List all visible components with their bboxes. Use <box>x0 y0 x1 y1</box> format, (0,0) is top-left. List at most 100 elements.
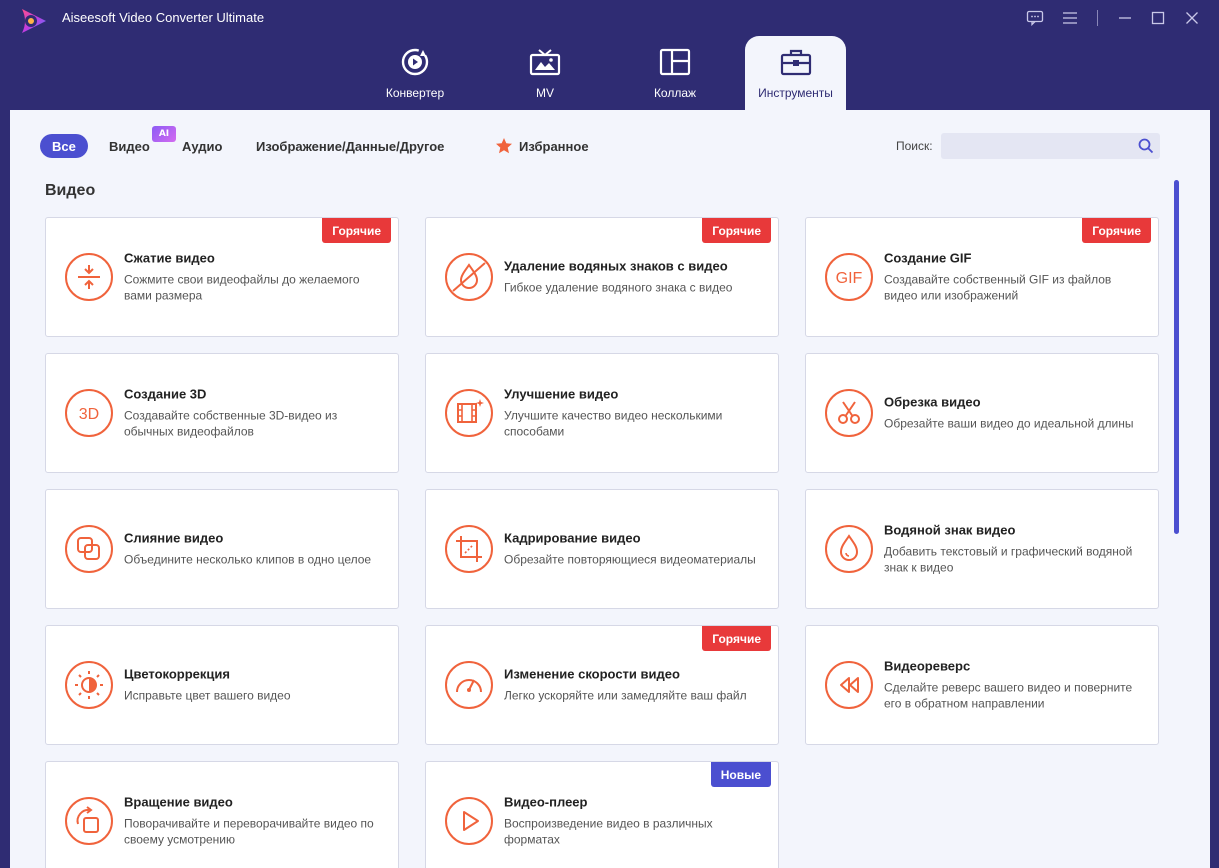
tool-title: Видеореверс <box>884 658 971 674</box>
tab-tools-label: Инструменты <box>758 86 833 100</box>
svg-text:3D: 3D <box>79 406 99 423</box>
app-title: Aiseesoft Video Converter Ultimate <box>62 10 265 25</box>
tool-description: Воспроизведение видео в различных формат… <box>504 816 713 847</box>
tool-description: Обрезайте ваши видео до идеальной длины <box>884 416 1134 431</box>
tool-description: Улучшите качество видео несколькими спос… <box>504 408 723 439</box>
filter-video[interactable]: Видео <box>109 134 150 158</box>
tool-card-crop[interactable]: Кадрирование видео Обрезайте повторяющиес… <box>425 489 779 609</box>
scissors-icon <box>825 389 873 437</box>
tool-card-merge[interactable]: Слияние видео Объедините несколько клипов… <box>45 489 399 609</box>
search-icon[interactable] <box>1138 138 1154 154</box>
tool-description: Легко ускоряйте или замедляйте ваш файл <box>504 688 747 703</box>
tab-converter[interactable]: Конвертер <box>365 36 465 110</box>
watermark-remove-icon <box>445 253 493 301</box>
color-correction-icon <box>65 661 113 709</box>
tool-description: Поворачивайте и переворачивайте видео по… <box>124 816 374 847</box>
play-icon <box>445 797 493 845</box>
tool-card-trim[interactable]: Обрезка видео Обрезайте ваши видео до иде… <box>805 353 1159 473</box>
titlebar-divider <box>1097 10 1098 26</box>
tab-mv[interactable]: MV <box>495 36 595 110</box>
maximize-button[interactable] <box>1144 6 1172 30</box>
filter-favorites[interactable]: Избранное <box>495 134 589 158</box>
tool-description: Добавить текстовый и графический водяной… <box>884 544 1133 575</box>
hot-badge: Горячие <box>1082 218 1151 243</box>
tab-mv-label: MV <box>536 86 554 100</box>
tab-collage-label: Коллаж <box>653 86 697 100</box>
minimize-button[interactable] <box>1111 6 1139 30</box>
filter-favorites-label: Избранное <box>519 138 589 154</box>
menu-button[interactable] <box>1056 6 1084 30</box>
tool-card-gif[interactable]: Горячие GIF Создание GIF Создавайте собст… <box>805 217 1159 337</box>
tool-card-3d[interactable]: 3D Создание 3D Создавайте собственные 3D-… <box>45 353 399 473</box>
enhance-icon <box>445 389 493 437</box>
tab-collage[interactable]: Коллаж <box>625 36 725 110</box>
collage-icon <box>659 48 691 76</box>
filter-audio[interactable]: Аудио <box>182 134 222 158</box>
compress-icon <box>65 253 113 301</box>
reverse-icon <box>825 661 873 709</box>
feedback-button[interactable] <box>1021 6 1049 30</box>
tool-title: Улучшение видео <box>504 386 619 402</box>
rotate-icon <box>65 797 113 845</box>
svg-text:GIF: GIF <box>836 270 863 287</box>
watermark-icon <box>825 525 873 573</box>
app-logo-icon <box>22 9 46 33</box>
chat-icon <box>1026 10 1044 26</box>
search-label: Поиск: <box>896 139 933 153</box>
tools-panel: Все Видео AI Аудио Изображение/Данные/Др… <box>10 110 1210 868</box>
merge-icon <box>65 525 113 573</box>
tool-title: Вращение видео <box>124 794 233 810</box>
ai-badge: AI <box>152 126 176 142</box>
maximize-icon <box>1151 11 1165 25</box>
tab-converter-label: Конвертер <box>385 86 445 100</box>
tool-card-color-correction[interactable]: Цветокоррекция Исправьте цвет вашего виде… <box>45 625 399 745</box>
hot-badge: Горячие <box>322 218 391 243</box>
tool-card-watermark-remove[interactable]: Горячие Удаление водяных знаков с видео Г… <box>425 217 779 337</box>
section-title: Видео <box>45 182 96 199</box>
tool-description: Исправьте цвет вашего видео <box>124 688 291 703</box>
tool-title: Слияние видео <box>124 530 224 546</box>
tool-title: Обрезка видео <box>884 394 981 410</box>
tool-description: Сделайте реверс вашего видео и поверните… <box>884 680 1133 711</box>
3d-icon: 3D <box>65 389 113 437</box>
hamburger-icon <box>1063 12 1077 24</box>
tool-description: Обрезайте повторяющиеся видеоматериалы <box>504 552 756 567</box>
tool-description: Гибкое удаление водяного знака с видео <box>504 280 733 295</box>
tool-card-enhance[interactable]: Улучшение видео Улучшите качество видео н… <box>425 353 779 473</box>
tool-card-player[interactable]: Новые Видео-плеер Воспроизведение видео в… <box>425 761 779 868</box>
tool-title: Цветокоррекция <box>124 666 230 682</box>
star-icon <box>496 138 512 154</box>
hot-badge: Горячие <box>702 626 771 651</box>
filter-all[interactable]: Все <box>40 134 88 158</box>
tool-card-reverse[interactable]: Видеореверс Сделайте реверс вашего видео … <box>805 625 1159 745</box>
tool-description: Создавайте собственный GIF из файлов вид… <box>884 272 1112 303</box>
filter-image-data-other[interactable]: Изображение/Данные/Другое <box>256 134 444 158</box>
close-button[interactable] <box>1178 6 1206 30</box>
tool-title: Изменение скорости видео <box>504 666 680 682</box>
scrollbar-thumb[interactable] <box>1174 180 1179 534</box>
gif-icon: GIF <box>825 253 873 301</box>
tool-card-compress[interactable]: Горячие Сжатие видео Сожмите свои видеофа… <box>45 217 399 337</box>
minimize-icon <box>1119 17 1131 19</box>
convert-icon <box>401 48 429 76</box>
tab-tools[interactable]: Инструменты <box>745 36 846 110</box>
title-bar: Aiseesoft Video Converter Ultimate Конве… <box>0 0 1219 110</box>
new-badge: Новые <box>710 762 771 787</box>
speed-icon <box>445 661 493 709</box>
crop-icon <box>445 525 493 573</box>
tool-description: Создавайте собственные 3D-видео из обычн… <box>124 408 338 439</box>
tool-title: Сжатие видео <box>124 250 215 266</box>
search-input[interactable] <box>941 133 1160 159</box>
tool-description: Объедините несколько клипов в одно целое <box>124 552 372 567</box>
tool-title: Создание 3D <box>124 386 207 402</box>
close-icon <box>1186 12 1198 24</box>
tool-description: Сожмите свои видеофайлы до желаемого вам… <box>124 272 360 303</box>
tool-card-rotate[interactable]: Вращение видео Поворачивайте и переворачи… <box>45 761 399 868</box>
tool-title: Видео-плеер <box>504 794 588 810</box>
tool-card-speed[interactable]: Горячие Изменение скорости видео Легко ус… <box>425 625 779 745</box>
tool-title: Удаление водяных знаков с видео <box>504 258 728 274</box>
mv-icon <box>529 49 561 76</box>
tool-card-watermark[interactable]: Водяной знак видео Добавить текстовый и г… <box>805 489 1159 609</box>
tool-title: Водяной знак видео <box>884 522 1016 538</box>
toolbox-icon <box>780 49 811 76</box>
